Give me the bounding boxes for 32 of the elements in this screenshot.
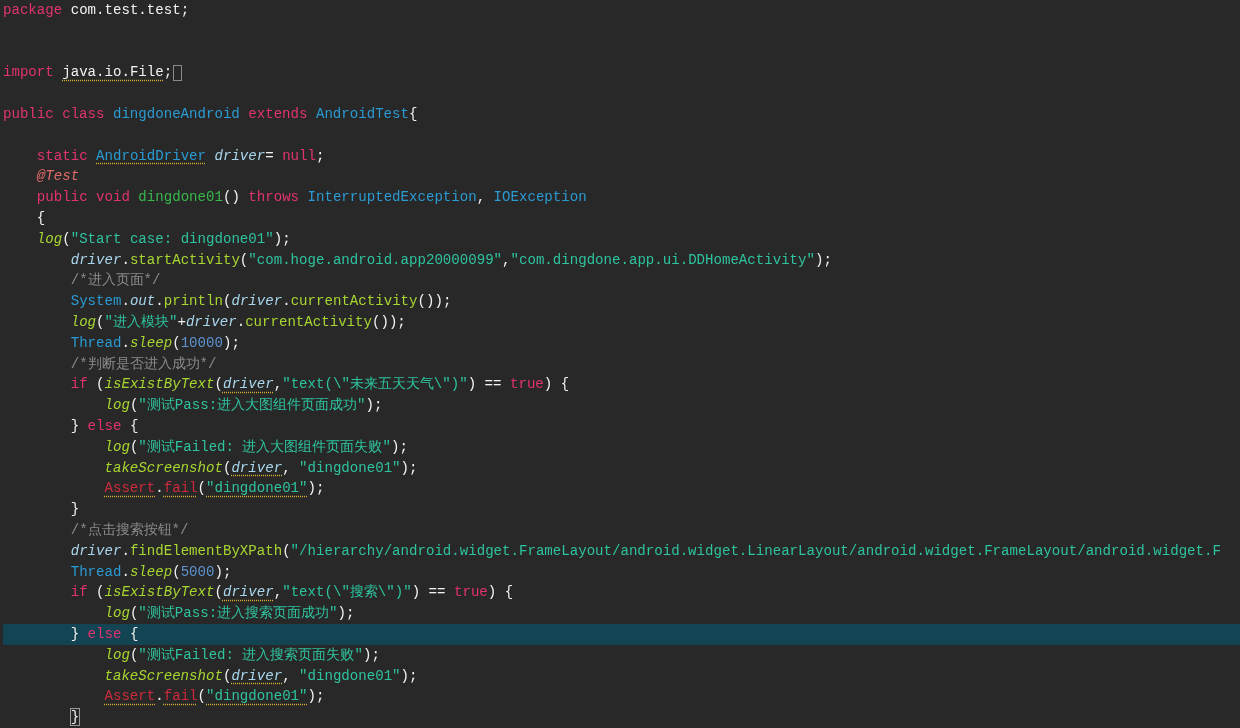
- code-line: Assert.fail("dingdone01");: [103, 687, 325, 707]
- code-line: log("测试Failed: 进入搜索页面失败");: [103, 645, 380, 665]
- code-line: takeScreenshot(driver, "dingdone01");: [103, 458, 418, 478]
- code-line: Thread.sleep(10000);: [69, 333, 240, 353]
- code-line: Assert.fail("dingdone01");: [103, 479, 325, 499]
- code-line: if (isExistByText(driver,"text(\"未来五天天气\")") == true) {: [69, 375, 570, 395]
- code-line: {: [35, 208, 46, 228]
- code-line: /*进入页面*/: [69, 271, 161, 291]
- code-line: /*判断是否进入成功*/: [69, 354, 217, 374]
- code-line: takeScreenshot(driver, "dingdone01");: [103, 666, 418, 686]
- code-line: log("测试Failed: 进入大图组件页面失败");: [103, 437, 408, 457]
- code-line: static AndroidDriver driver= null;: [35, 146, 325, 166]
- code-line: log("测试Pass:进入搜索页面成功");: [103, 604, 355, 624]
- code-line: } else {: [69, 416, 139, 436]
- code-line: }: [69, 500, 80, 520]
- code-line: import java.io.File;: [3, 63, 173, 83]
- code-line: package com.test.test;: [3, 1, 190, 20]
- folded-code-marker-icon[interactable]: [173, 64, 183, 81]
- code-line: log("进入模块"+driver.currentActivity());: [69, 312, 406, 332]
- code-line: if (isExistByText(driver,"text(\"搜索\")") == true) {: [69, 583, 514, 603]
- code-line: @Test: [35, 167, 80, 187]
- code-line: log("Start case: dingdone01");: [35, 229, 291, 249]
- code-line: driver.startActivity("com.hoge.android.app20000099","com.dingdone.app.ui.DDHomeActivity");: [69, 250, 832, 270]
- code-line: driver.findElementByXPath("/hierarchy/android.widget.FrameLayout/android.widget.LinearLayout/android.widget.FrameLayout/android.widget.F: [69, 541, 1221, 561]
- code-line: public void dingdone01() throws InterruptedException, IOException: [35, 188, 587, 208]
- code-line: /*点击搜索按钮*/: [69, 520, 189, 540]
- code-line: } else {: [69, 624, 139, 644]
- code-line: public class dingdoneAndroid extends AndroidTest{: [3, 105, 418, 124]
- code-line: }: [69, 708, 80, 728]
- code-line: log("测试Pass:进入大图组件页面成功");: [103, 396, 383, 416]
- code-line: System.out.println(driver.currentActivity());: [69, 292, 452, 312]
- code-line: Thread.sleep(5000);: [69, 562, 232, 582]
